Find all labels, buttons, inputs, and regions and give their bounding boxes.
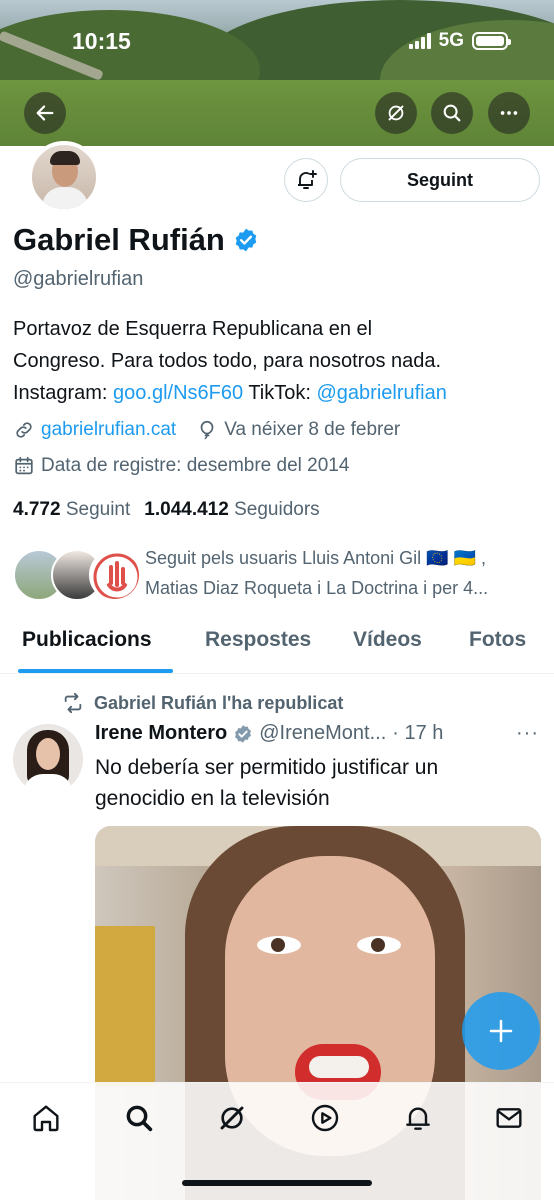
profile-name: Gabriel Rufián bbox=[13, 222, 225, 257]
following-count: 4.772 bbox=[13, 499, 61, 520]
compose-button[interactable] bbox=[462, 992, 540, 1070]
profile-tabs: Publicacions Respostes Vídeos Fotos bbox=[0, 618, 554, 674]
back-button[interactable] bbox=[24, 92, 66, 134]
search-icon bbox=[126, 1105, 153, 1132]
tab-respostes[interactable]: Respostes bbox=[205, 628, 311, 652]
instagram-link[interactable]: goo.gl/Ns6F60 bbox=[113, 382, 243, 404]
nav-search[interactable] bbox=[122, 1101, 156, 1135]
search-icon bbox=[443, 104, 461, 122]
doctrina-logo-icon bbox=[93, 553, 139, 599]
home-icon bbox=[33, 1105, 59, 1132]
signal-icon bbox=[408, 33, 431, 49]
profile-name-row: Gabriel Rufián bbox=[13, 222, 259, 258]
more-icon bbox=[500, 111, 518, 115]
grok-button[interactable] bbox=[375, 92, 417, 134]
following-label: Seguint bbox=[65, 499, 131, 520]
status-bar: 10:15 5G bbox=[0, 0, 554, 84]
active-tab-indicator bbox=[18, 669, 173, 673]
tweet-header: Irene Montero @IreneMont... · 17 h bbox=[95, 722, 443, 745]
birthday-text: Va néixer 8 de febrer bbox=[224, 419, 401, 440]
status-indicators: 5G bbox=[408, 30, 511, 52]
tiktok-link[interactable]: @gabrielrufian bbox=[316, 382, 446, 404]
repost-text: Gabriel Rufián l'ha republicat bbox=[94, 692, 344, 713]
home-indicator[interactable] bbox=[182, 1180, 372, 1186]
grok-icon bbox=[220, 1106, 244, 1130]
tab-fotos[interactable]: Fotos bbox=[469, 628, 526, 652]
followed-by-text: Seguit pels usuaris Lluis Antoni Gil 🇪🇺 … bbox=[145, 543, 488, 603]
tweet-text: No debería ser permitido justificar un g… bbox=[95, 752, 535, 814]
plus-icon bbox=[489, 1019, 513, 1043]
calendar-icon bbox=[15, 456, 33, 475]
network-label: 5G bbox=[438, 30, 464, 51]
bio-line-3: Instagram: goo.gl/Ns6F60 TikTok: @gabrie… bbox=[13, 377, 543, 409]
bio-line-1: Portavoz de Esquerra Republicana en el bbox=[13, 318, 373, 340]
nav-messages[interactable] bbox=[492, 1101, 526, 1135]
join-date-text: Data de registre: desembre del 2014 bbox=[41, 455, 350, 476]
follower-avatar bbox=[89, 549, 141, 601]
follow-counts: 4.772 Seguint 1.044.412 Seguidors bbox=[13, 499, 320, 521]
verified-badge-icon bbox=[235, 724, 252, 743]
bell-icon bbox=[406, 1107, 430, 1130]
join-date-row: Data de registre: desembre del 2014 bbox=[13, 455, 349, 477]
nav-grok[interactable] bbox=[215, 1101, 249, 1135]
play-circle-icon bbox=[311, 1104, 339, 1132]
website-link[interactable]: gabrielrufian.cat bbox=[41, 419, 176, 441]
bio-line-2: Congreso. Para todos todo, para nosotros… bbox=[13, 350, 442, 372]
followers-count: 1.044.412 bbox=[144, 499, 229, 520]
tab-publicacions[interactable]: Publicacions bbox=[22, 628, 152, 652]
bell-plus-icon bbox=[298, 170, 317, 189]
repost-indicator: Gabriel Rufián l'ha republicat bbox=[62, 692, 343, 714]
notifications-button[interactable] bbox=[284, 158, 328, 202]
tweet-author-avatar[interactable] bbox=[13, 724, 83, 794]
arrow-left-icon bbox=[36, 105, 54, 121]
followers-you-know[interactable]: Seguit pels usuaris Lluis Antoni Gil 🇪🇺 … bbox=[13, 543, 543, 603]
tab-videos[interactable]: Vídeos bbox=[353, 628, 422, 652]
following-button[interactable]: Seguint bbox=[340, 158, 540, 202]
mail-icon bbox=[496, 1108, 522, 1128]
bio-tiktok-prefix: TikTok: bbox=[243, 382, 317, 404]
status-time: 10:15 bbox=[72, 28, 131, 54]
search-button[interactable] bbox=[431, 92, 473, 134]
battery-icon bbox=[472, 32, 511, 50]
tweet-time: · 17 h bbox=[392, 722, 444, 744]
repost-icon bbox=[64, 692, 82, 714]
followers-label: Seguidors bbox=[234, 499, 320, 520]
grok-icon bbox=[388, 105, 404, 121]
nav-notifications[interactable] bbox=[401, 1101, 435, 1135]
tweet-author-name[interactable]: Irene Montero bbox=[95, 722, 227, 745]
tweet-author-handle[interactable]: @IreneMont... bbox=[259, 722, 386, 745]
followers-count-link[interactable]: 1.044.412 Seguidors bbox=[144, 499, 319, 521]
tweet-more-button[interactable]: ··· bbox=[516, 722, 539, 745]
profile-handle: @gabrielrufian bbox=[13, 268, 144, 290]
followed-by-line-2: Matias Diaz Roqueta i La Doctrina i per … bbox=[145, 578, 489, 598]
tweet-text-line-1: No debería ser permitido justificar un bbox=[95, 756, 439, 779]
profile-avatar[interactable] bbox=[28, 141, 100, 213]
following-count-link[interactable]: 4.772 Seguint bbox=[13, 499, 130, 521]
balloon-icon bbox=[200, 420, 214, 440]
nav-video[interactable] bbox=[308, 1101, 342, 1135]
bio-instagram-prefix: Instagram: bbox=[13, 382, 114, 404]
more-options-button[interactable] bbox=[488, 92, 530, 134]
profile-meta-row: gabrielrufian.cat Va néixer 8 de febrer bbox=[13, 419, 400, 441]
nav-home[interactable] bbox=[29, 1101, 63, 1135]
verified-badge-icon bbox=[235, 228, 257, 252]
tweet-text-line-2: genocidio en la televisión bbox=[95, 787, 330, 810]
followed-by-line-1: Seguit pels usuaris Lluis Antoni Gil 🇪🇺 … bbox=[145, 548, 486, 568]
link-icon bbox=[16, 422, 32, 438]
profile-bio: Portavoz de Esquerra Republicana en el C… bbox=[13, 313, 543, 409]
